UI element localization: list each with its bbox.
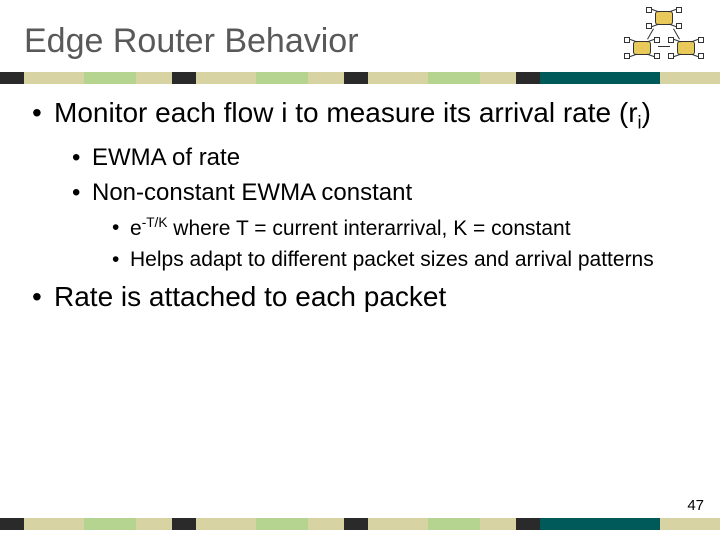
text: Non-constant EWMA constant — [92, 179, 412, 206]
slide-title: Edge Router Behavior — [24, 22, 359, 61]
bullet-monitor-flow: Monitor each flow i to measure its arriv… — [28, 96, 688, 274]
text: ) — [642, 97, 651, 128]
slide-content: Monitor each flow i to measure its arriv… — [28, 96, 688, 320]
superscript: -T/K — [142, 215, 168, 230]
text: e — [130, 217, 142, 240]
bullet-rate-attached: Rate is attached to each packet — [28, 280, 688, 314]
bullet-ewma-rate: EWMA of rate — [70, 142, 688, 173]
text: Monitor each flow i to measure its arriv… — [54, 97, 638, 128]
text: where T = current interarrival, K = cons… — [167, 217, 570, 240]
slide: Edge Router Behavior Monitor each flow i… — [0, 0, 720, 540]
bullet-exponential-formula: e-T/K where T = current interarrival, K … — [110, 214, 688, 242]
page-number: 47 — [687, 497, 704, 514]
network-logo — [622, 8, 706, 66]
decorative-stripe-top — [0, 72, 720, 84]
decorative-stripe-bottom — [0, 518, 720, 530]
bullet-helps-adapt: Helps adapt to different packet sizes an… — [110, 246, 688, 273]
bullet-nonconstant-ewma: Non-constant EWMA constant e-T/K where T… — [70, 177, 688, 274]
